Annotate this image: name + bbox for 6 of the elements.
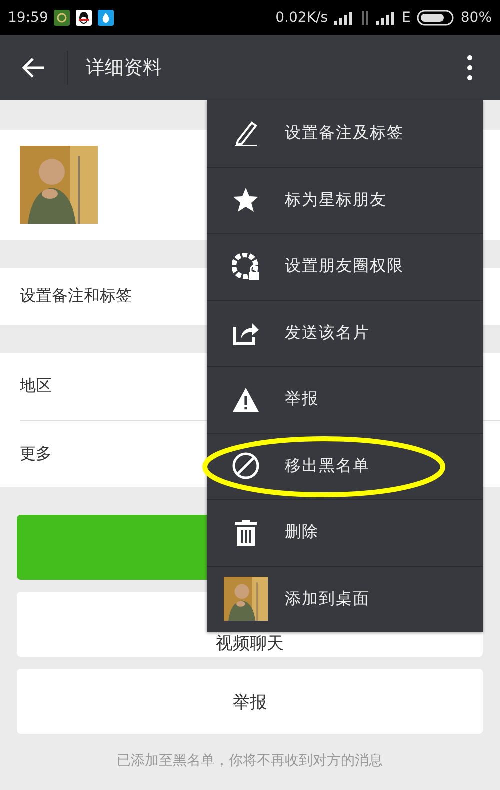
network-speed: 0.02K/s <box>276 10 328 26</box>
network-type: E <box>402 10 411 26</box>
clock: 19:59 <box>8 10 48 26</box>
battery-percent: 80% <box>460 10 492 26</box>
blacklist-note: 已添加至黑名单，你将不再收到对方的消息 <box>116 752 384 770</box>
screen-title: 详细资料 <box>86 56 163 80</box>
